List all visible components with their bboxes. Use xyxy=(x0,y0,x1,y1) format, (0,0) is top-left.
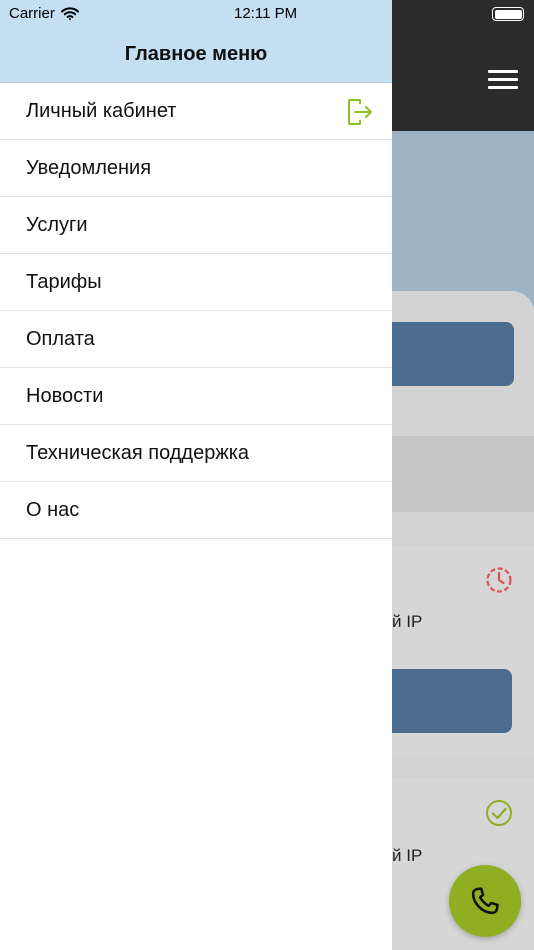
drawer-title: Главное меню xyxy=(124,43,268,65)
menu-item-label: Оплата xyxy=(26,327,95,350)
menu-item-label: Уведомления xyxy=(26,156,152,179)
status-bar-carrier: Carrier xyxy=(9,5,79,22)
logout-icon[interactable] xyxy=(346,97,374,127)
wifi-icon xyxy=(60,7,79,20)
menu-item-account[interactable]: Личный кабинет xyxy=(0,83,392,140)
menu-item-notifications[interactable]: Уведомления xyxy=(0,140,392,197)
call-button[interactable] xyxy=(449,865,521,937)
menu-item-tariffs[interactable]: Тарифы xyxy=(0,254,392,311)
carrier-label: Carrier xyxy=(9,5,55,22)
service-ip-label: й IP xyxy=(392,846,423,865)
menu-list: Личный кабинет Уведомления Услуги Тарифы… xyxy=(0,83,392,539)
menu-item-support[interactable]: Техническая поддержка xyxy=(0,425,392,482)
battery-icon xyxy=(492,7,524,21)
service-action-button[interactable] xyxy=(392,669,512,733)
menu-item-label: О нас xyxy=(26,498,80,521)
menu-item-label: Техническая поддержка xyxy=(26,441,250,464)
menu-item-news[interactable]: Новости xyxy=(0,368,392,425)
check-icon xyxy=(486,800,512,826)
section-band xyxy=(392,436,534,512)
navigation-drawer: Carrier 12:11 PM Главное меню Личный каб… xyxy=(0,0,392,950)
hamburger-menu-icon[interactable] xyxy=(488,70,518,90)
menu-item-label: Услуги xyxy=(26,213,88,236)
menu-item-label: Новости xyxy=(26,384,104,407)
service-ip-label: й IP xyxy=(392,612,423,631)
drawer-header: Carrier 12:11 PM Главное меню xyxy=(0,0,392,83)
clock-icon xyxy=(486,567,512,593)
menu-item-label: Личный кабинет xyxy=(26,99,177,122)
phone-icon xyxy=(471,887,499,915)
status-bar-time: 12:11 PM xyxy=(234,5,298,22)
menu-item-about[interactable]: О нас xyxy=(0,482,392,539)
menu-item-services[interactable]: Услуги xyxy=(0,197,392,254)
menu-item-payment[interactable]: Оплата xyxy=(0,311,392,368)
menu-item-label: Тарифы xyxy=(26,270,102,293)
